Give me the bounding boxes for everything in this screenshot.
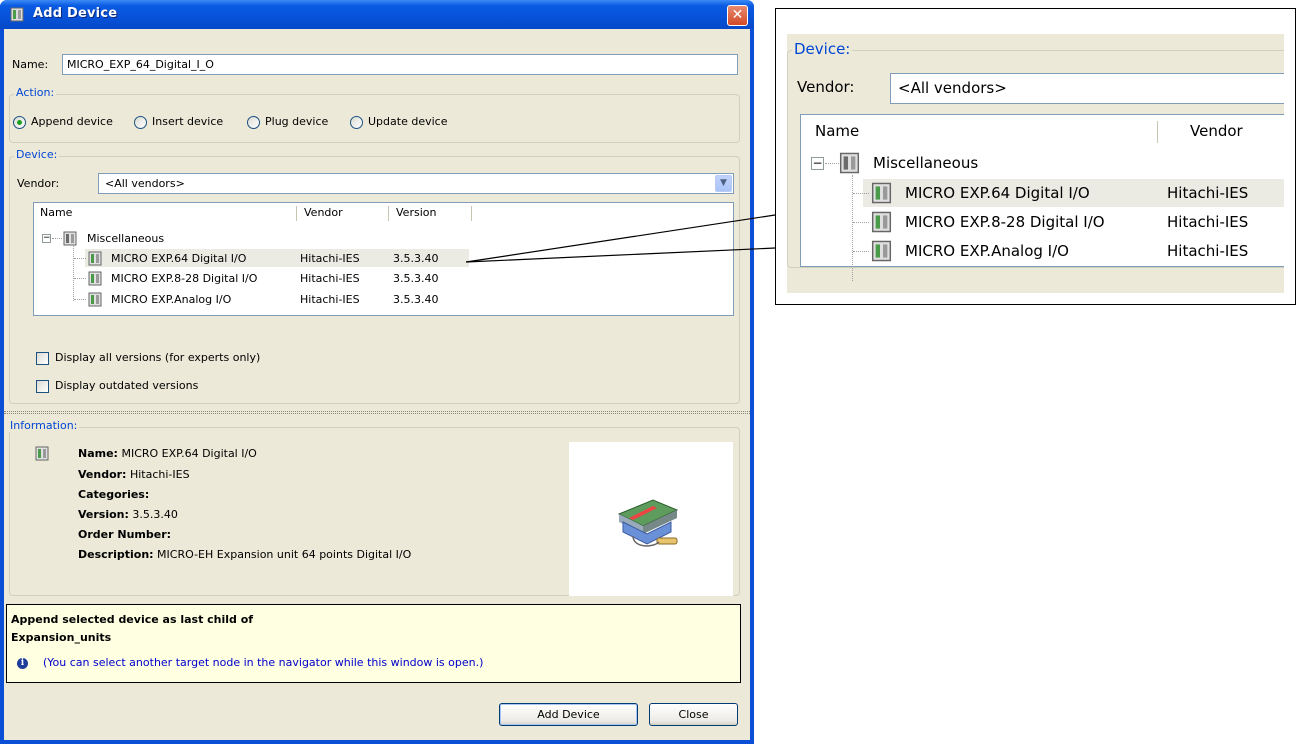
tree-line [825,163,839,164]
zoom-device-list: Name Vendor − Miscellaneous MICRO EXP.64… [800,114,1284,281]
zoom-device-name: MICRO EXP.64 Digital I/O [905,184,1090,202]
zoom-vendor-label: Vendor: [797,78,855,96]
zoom-device-name: MICRO EXP.Analog I/O [905,242,1069,260]
collapse-icon: − [811,156,824,170]
column-divider [1157,121,1158,143]
zoom-vendor-select[interactable]: <All vendors> [890,73,1284,104]
tree-line [853,193,869,194]
tree-line [852,175,853,281]
zoom-device-label: Device: [792,40,853,58]
zoom-category: Miscellaneous [873,154,979,172]
zoom-device-vendor: Hitachi-IES [1167,213,1249,231]
tree-line [853,251,869,252]
zoom-column-name: Name [815,122,860,140]
tree-line [853,222,869,223]
zoom-device-vendor: Hitachi-IES [1167,184,1249,202]
zoom-device-panel: Device: Vendor: <All vendors> Name Vendo… [787,34,1284,293]
device-icon [871,240,892,262]
zoom-device-name: MICRO EXP.8-28 Digital I/O [905,213,1105,231]
zoom-device-vendor: Hitachi-IES [1167,242,1249,260]
folder-device-icon [839,152,860,174]
device-icon [871,182,892,204]
zoom-vendor-value: <All vendors> [898,79,1007,97]
zoom-column-vendor: Vendor [1190,122,1243,140]
zoom-callout: Device: Vendor: <All vendors> Name Vendo… [775,8,1296,305]
device-icon [871,211,892,233]
